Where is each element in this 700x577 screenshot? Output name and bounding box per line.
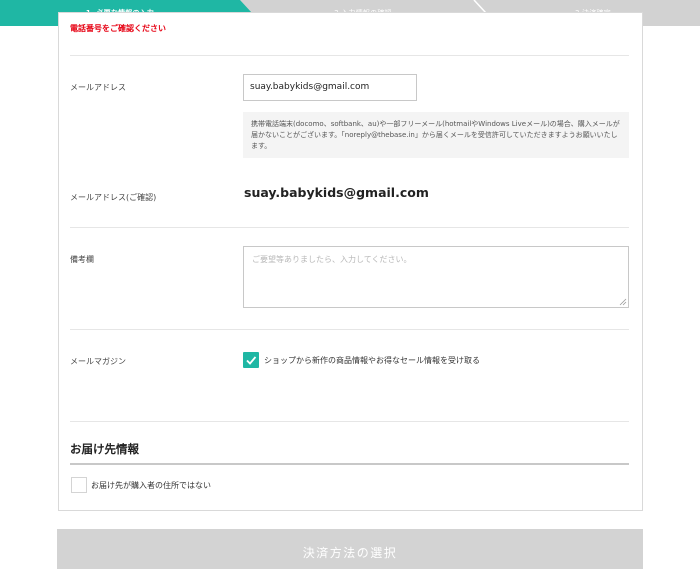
divider bbox=[70, 227, 629, 228]
newsletter-label: メールマガジン bbox=[70, 357, 126, 366]
email-label: メールアドレス bbox=[70, 83, 126, 92]
newsletter-checkbox[interactable] bbox=[243, 352, 259, 368]
select-payment-button[interactable]: 決済方法の選択 bbox=[57, 529, 643, 569]
email-note: 携帯電話端末(docomo、softbank、au)や一部フリーメール(hotm… bbox=[243, 112, 629, 158]
delivery-section-title: お届け先情報 bbox=[70, 442, 139, 456]
divider bbox=[70, 55, 629, 56]
checkmark-icon bbox=[246, 356, 257, 365]
section-rule bbox=[70, 463, 629, 465]
email-confirm-value: suay.babykids@gmail.com bbox=[244, 185, 429, 200]
different-address-checkbox[interactable] bbox=[71, 477, 87, 493]
remarks-textarea[interactable]: ご要望等ありましたら、入力してください。 bbox=[243, 246, 629, 308]
email-input[interactable]: suay.babykids@gmail.com bbox=[243, 74, 417, 101]
resize-grip-icon[interactable] bbox=[619, 298, 627, 306]
divider bbox=[70, 329, 629, 330]
newsletter-checkbox-label[interactable]: ショップから新作の商品情報やお得なセール情報を受け取る bbox=[264, 355, 480, 366]
email-confirm-label: メールアドレス(ご確認) bbox=[70, 193, 157, 202]
remarks-placeholder: ご要望等ありましたら、入力してください。 bbox=[252, 255, 412, 264]
divider bbox=[70, 421, 629, 422]
phone-warning-text: 電話番号をご確認ください bbox=[70, 24, 166, 33]
remarks-label: 備考欄 bbox=[70, 255, 94, 264]
different-address-label[interactable]: お届け先が購入者の住所ではない bbox=[91, 480, 211, 491]
